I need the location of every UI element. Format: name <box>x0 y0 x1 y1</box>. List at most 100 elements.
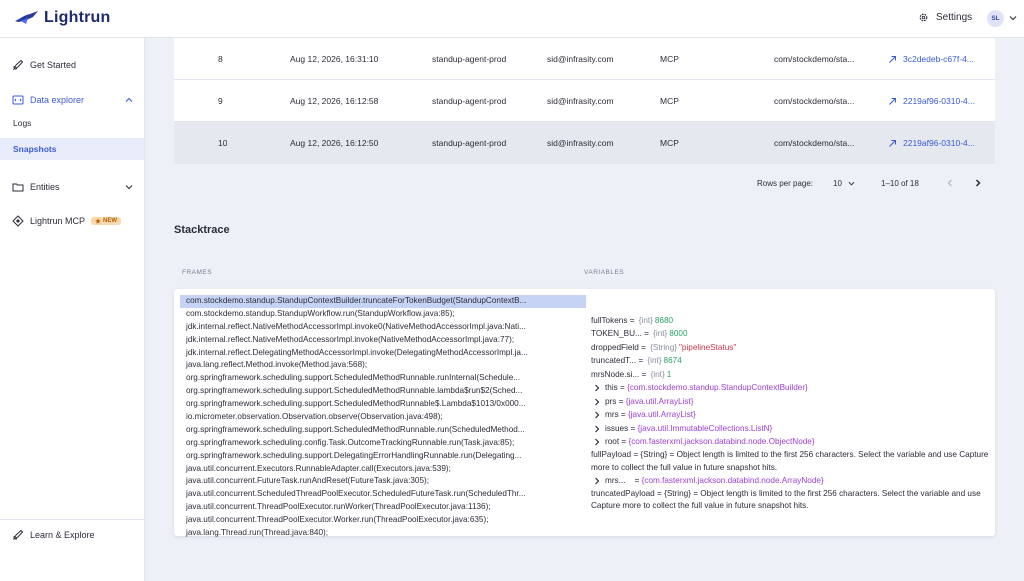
sidebar-item-logs[interactable]: Logs <box>0 112 144 134</box>
frame-item[interactable]: io.micrometer.observation.Observation.ob… <box>180 411 586 424</box>
variable-item[interactable]: mrsNode.si... = {int} 1 <box>591 368 991 382</box>
row-source: MCP <box>660 96 679 106</box>
frame-item[interactable]: java.util.concurrent.ThreadPoolExecutor.… <box>180 514 586 527</box>
chevron-down-icon[interactable] <box>1009 14 1017 22</box>
frame-item[interactable]: java.util.concurrent.Executors.RunnableA… <box>180 463 586 476</box>
table-row[interactable]: 10 Aug 12, 2026, 16:12:50 standup-agent-… <box>174 122 995 164</box>
frame-item[interactable]: java.util.concurrent.FutureTask.runAndRe… <box>180 475 586 488</box>
previous-page-icon[interactable] <box>945 178 955 188</box>
pagination: Rows per page: 10 1–10 of 18 <box>700 174 1000 194</box>
code-window-icon <box>12 95 24 105</box>
table-row[interactable]: 8 Aug 12, 2026, 16:31:10 standup-agent-p… <box>174 38 995 80</box>
variable-item-expandable[interactable]: mrs... = {com.fasterxml.jackson.databind… <box>591 474 991 488</box>
variable-item[interactable]: droppedField = {String} "pipelineStatus" <box>591 341 991 355</box>
variable-item[interactable]: fullTokens = {int} 8680 <box>591 314 991 328</box>
frame-item[interactable]: org.springframework.scheduling.support.S… <box>180 424 586 437</box>
frame-item[interactable]: org.springframework.scheduling.support.D… <box>180 450 586 463</box>
variable-item-expandable[interactable]: mrs = {java.util.ArrayList} <box>591 409 991 423</box>
chevron-right-icon[interactable] <box>593 411 601 419</box>
frames-list: com.stockdemo.standup.StandupContextBuil… <box>180 295 586 540</box>
external-link-icon <box>889 139 896 147</box>
frame-item[interactable]: com.stockdemo.standup.StandupContextBuil… <box>180 295 586 308</box>
sidebar-item-get-started[interactable]: Get Started <box>0 58 144 72</box>
star-icon <box>95 218 101 224</box>
sidebar-item-entities[interactable]: Entities <box>0 180 144 194</box>
sidebar-item-learn-explore[interactable]: Learn & Explore <box>0 528 144 542</box>
row-date: Aug 12, 2026, 16:31:10 <box>290 54 379 64</box>
frame-item[interactable]: java.util.concurrent.ScheduledThreadPool… <box>180 488 586 501</box>
variable-item[interactable]: fullPayload = {String} = Object length i… <box>591 449 991 474</box>
sidebar-item-label: Learn & Explore <box>30 530 95 540</box>
rocket-icon <box>12 529 24 541</box>
mcp-icon <box>12 215 24 227</box>
row-date: Aug 12, 2026, 16:12:58 <box>290 96 379 106</box>
row-agent: standup-agent-prod <box>432 138 507 148</box>
chevron-down-icon <box>125 185 133 190</box>
snapshots-table: 8 Aug 12, 2026, 16:31:10 standup-agent-p… <box>174 38 995 165</box>
variable-item-expandable[interactable]: this = {com.stockdemo.standup.StandupCon… <box>591 382 991 396</box>
sidebar-item-snapshots[interactable]: Snapshots <box>0 138 144 160</box>
stacktrace-title: Stacktrace <box>174 224 230 236</box>
variable-item-expandable[interactable]: prs = {java.util.ArrayList} <box>591 395 991 409</box>
next-page-icon[interactable] <box>973 178 983 188</box>
frame-item[interactable]: jdk.internal.reflect.NativeMethodAccesso… <box>180 334 586 347</box>
sidebar-item-label: Get Started <box>30 60 77 70</box>
row-id-link[interactable]: 3c2dedeb-c67f-4... <box>888 38 993 80</box>
chevron-right-icon[interactable] <box>593 384 601 392</box>
row-id-link[interactable]: 2219af96-0310-4... <box>888 122 993 164</box>
top-bar: Lightrun Settings SL <box>0 0 1024 38</box>
row-id-link[interactable]: 2219af96-0310-4... <box>888 80 993 122</box>
sidebar-divider <box>0 519 144 520</box>
chevron-right-icon[interactable] <box>593 438 601 446</box>
variable-item-expandable[interactable]: root = {com.fasterxml.jackson.databind.n… <box>591 436 991 450</box>
row-number: 9 <box>218 96 223 106</box>
chevron-right-icon[interactable] <box>593 425 601 433</box>
settings-label: Settings <box>936 12 973 23</box>
row-date: Aug 12, 2026, 16:12:50 <box>290 138 379 148</box>
folder-icon <box>12 183 24 192</box>
rocket-icon <box>12 59 24 71</box>
variables-header: VARIABLES <box>584 269 625 276</box>
row-user: sid@infrasity.com <box>547 138 614 148</box>
frame-item[interactable]: org.springframework.scheduling.support.S… <box>180 398 586 411</box>
variable-item-expandable[interactable]: issues = {java.util.ImmutableCollections… <box>591 422 991 436</box>
frame-item[interactable]: java.lang.reflect.Method.invoke(Method.j… <box>180 359 586 372</box>
chevron-down-icon <box>848 181 855 186</box>
row-agent: standup-agent-prod <box>432 54 507 64</box>
settings-button[interactable]: Settings <box>918 12 972 23</box>
external-link-icon <box>889 97 896 105</box>
stacktrace-panel: com.stockdemo.standup.StandupContextBuil… <box>174 289 995 537</box>
frame-item[interactable]: com.stockdemo.standup.StandupWorkflow.ru… <box>180 308 586 321</box>
row-location: com/stockdemo/sta... <box>774 96 855 106</box>
chevron-right-icon[interactable] <box>593 477 601 485</box>
row-agent: standup-agent-prod <box>432 96 507 106</box>
chevron-right-icon[interactable] <box>593 398 601 406</box>
sidebar-item-label: Data explorer <box>30 95 85 105</box>
variable-item[interactable]: truncatedPayload = {String} = Object len… <box>591 488 991 513</box>
sidebar-item-label: Lightrun MCP <box>30 216 86 226</box>
row-location: com/stockdemo/sta... <box>774 54 855 64</box>
sidebar: Get Started Data explorer Logs Snapshots… <box>0 38 145 581</box>
sidebar-item-lightrun-mcp[interactable]: Lightrun MCP NEW <box>0 214 144 228</box>
row-user: sid@infrasity.com <box>547 54 614 64</box>
frame-item[interactable]: jdk.internal.reflect.DelegatingMethodAcc… <box>180 347 586 360</box>
frame-item[interactable]: org.springframework.scheduling.support.S… <box>180 372 586 385</box>
page-range: 1–10 of 18 <box>881 179 919 188</box>
frame-item[interactable]: java.util.concurrent.ThreadPoolExecutor.… <box>180 501 586 514</box>
variable-item[interactable]: TOKEN_BU... = {int} 8000 <box>591 328 991 342</box>
logo-text: Lightrun <box>44 9 111 26</box>
sidebar-item-label: Entities <box>30 182 60 192</box>
table-row[interactable]: 9 Aug 12, 2026, 16:12:58 standup-agent-p… <box>174 80 995 122</box>
row-number: 10 <box>218 138 228 148</box>
sidebar-item-data-explorer[interactable]: Data explorer <box>0 93 144 107</box>
rows-per-page-label: Rows per page: <box>757 179 814 188</box>
frame-item[interactable]: java.lang.Thread.run(Thread.java:840); <box>180 527 586 540</box>
row-location: com/stockdemo/sta... <box>774 138 855 148</box>
variable-item[interactable]: truncatedT... = {int} 8674 <box>591 355 991 369</box>
avatar[interactable]: SL <box>987 10 1004 27</box>
frame-item[interactable]: org.springframework.scheduling.config.Ta… <box>180 437 586 450</box>
frame-item[interactable]: jdk.internal.reflect.NativeMethodAccesso… <box>180 321 586 334</box>
frame-item[interactable]: org.springframework.scheduling.support.S… <box>180 385 586 398</box>
rows-per-page-select[interactable]: 10 <box>833 179 855 188</box>
logo[interactable]: Lightrun <box>14 9 110 27</box>
